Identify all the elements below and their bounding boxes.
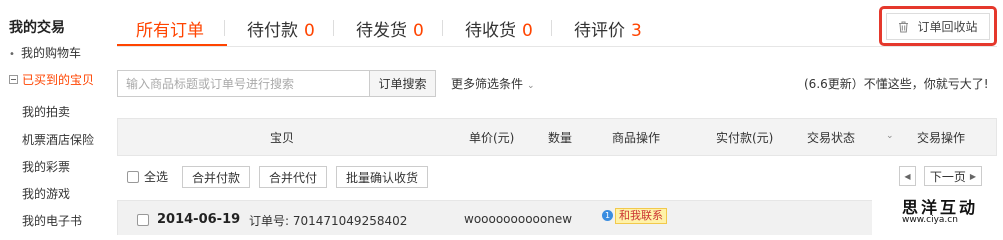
- sidebar-title: 我的交易: [9, 20, 65, 36]
- column-header-paid: 实付款(元): [716, 131, 774, 145]
- chat-icon: 1: [602, 209, 613, 221]
- tab-divider: [333, 20, 334, 36]
- previous-page-button[interactable]: ◀: [899, 166, 916, 186]
- chevron-right-icon: ▶: [969, 171, 977, 181]
- merge-payment-button[interactable]: 合并付款: [182, 166, 250, 188]
- column-header-status: 交易状态: [807, 131, 856, 145]
- sidebar-item-games[interactable]: 我的游戏: [22, 185, 70, 202]
- column-header-item-actions: 商品操作: [612, 131, 661, 145]
- select-all-checkbox[interactable]: [127, 171, 139, 183]
- column-header-item: 宝贝: [270, 131, 295, 145]
- chevron-left-icon: ◀: [904, 171, 911, 181]
- tab-pending-receipt[interactable]: 待收货 0: [465, 16, 533, 41]
- select-all-label: 全选: [144, 170, 169, 184]
- batch-confirm-receipt-button[interactable]: 批量确认收货: [336, 166, 428, 188]
- sidebar-item-ebooks[interactable]: 我的电子书: [22, 212, 82, 229]
- tab-count: 0: [304, 21, 315, 41]
- sidebar: 我的交易 • 我的购物车 已买到的宝贝 我的拍卖 机票酒店保险 我的彩票 我的游戏…: [0, 0, 104, 235]
- sidebar-item-auction[interactable]: 我的拍卖: [22, 103, 70, 120]
- column-header-price: 单价(元): [469, 131, 515, 145]
- order-date: 2014-06-19: [157, 212, 241, 227]
- sidebar-item-cart[interactable]: • 我的购物车: [9, 44, 81, 61]
- watermark-url: www.ciya.cn: [902, 215, 958, 225]
- order-checkbox[interactable]: [137, 214, 149, 226]
- tab-divider: [224, 20, 225, 36]
- sidebar-item-travel[interactable]: 机票酒店保险: [22, 131, 94, 148]
- sidebar-item-bought[interactable]: 已买到的宝贝: [9, 71, 94, 88]
- tab-pending-shipment[interactable]: 待发货 0: [356, 16, 424, 41]
- sidebar-item-lottery[interactable]: 我的彩票: [22, 158, 70, 175]
- tab-all-orders[interactable]: 所有订单: [136, 16, 204, 41]
- tab-pending-review[interactable]: 待评价 3: [574, 16, 642, 41]
- tab-divider: [551, 20, 552, 36]
- seller-name-link[interactable]: woooooooooonew: [464, 212, 572, 226]
- order-search-button[interactable]: 订单搜索: [369, 70, 436, 97]
- contact-seller-button[interactable]: 1 和我联系: [602, 208, 667, 224]
- order-number: 订单号: 701471049258402: [249, 214, 408, 228]
- tab-pending-payment[interactable]: 待付款 0: [247, 16, 315, 41]
- tab-count: 0: [413, 21, 424, 41]
- tab-count: 0: [522, 21, 533, 41]
- more-filters-toggle[interactable]: 更多筛选条件 ⌄: [451, 75, 535, 92]
- collapse-icon[interactable]: [9, 75, 18, 84]
- column-header-trade-actions: 交易操作: [917, 131, 966, 145]
- tabs-divider: [117, 46, 997, 47]
- column-header-quantity: 数量: [548, 131, 573, 145]
- chevron-down-icon: ⌄: [527, 81, 535, 91]
- merge-proxy-payment-button[interactable]: 合并代付: [259, 166, 327, 188]
- update-notice-link[interactable]: (6.6更新）不懂这些，你就亏大了!: [804, 75, 989, 92]
- next-page-button[interactable]: 下一页 ▶: [924, 166, 982, 186]
- chevron-down-icon[interactable]: ⌄: [886, 131, 894, 141]
- highlight-box: [879, 6, 997, 46]
- tab-count: 3: [631, 21, 642, 41]
- bullet-icon: •: [9, 49, 15, 60]
- order-search-input[interactable]: [117, 70, 370, 97]
- tab-divider: [442, 20, 443, 36]
